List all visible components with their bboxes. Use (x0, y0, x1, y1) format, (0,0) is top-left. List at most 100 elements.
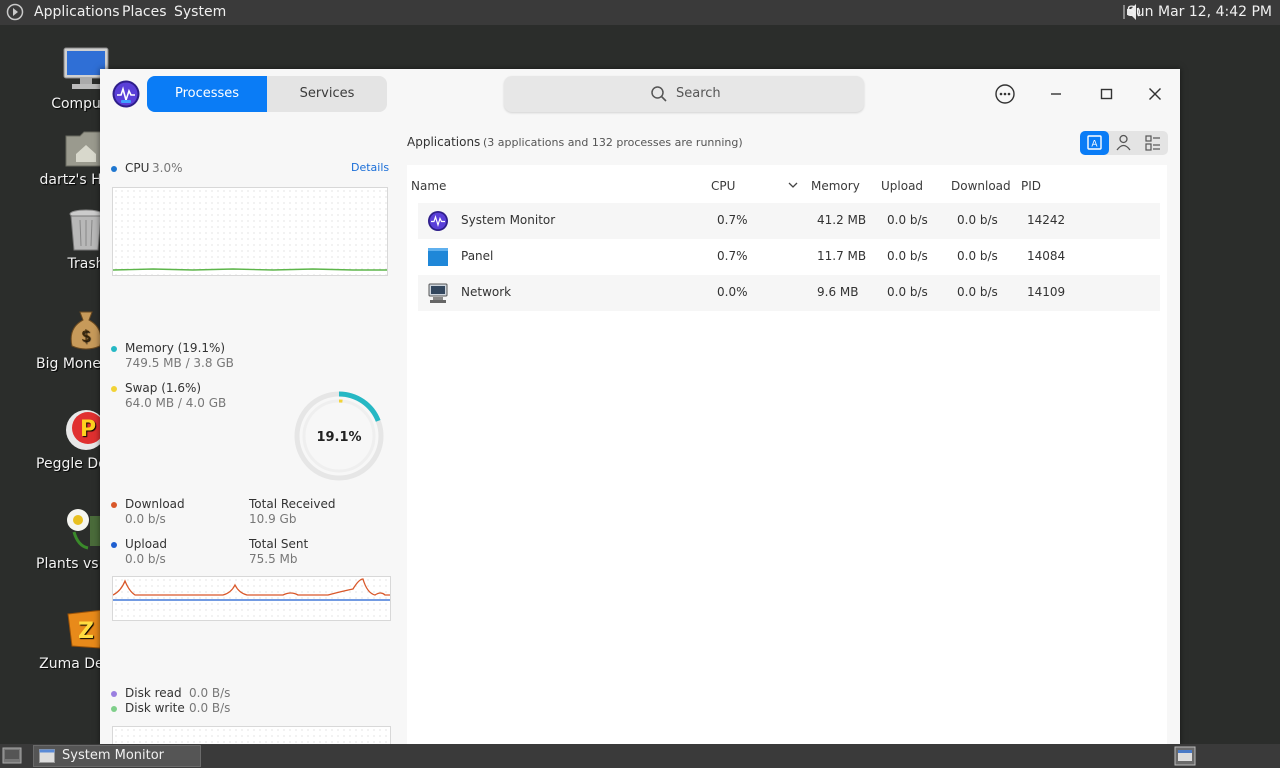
memory-label: Memory (19.1%) (125, 341, 226, 355)
column-header-pid[interactable]: PID (1021, 179, 1041, 193)
process-download: 0.0 b/s (957, 213, 998, 227)
process-cpu: 0.7% (717, 249, 748, 263)
swap-label: Swap (1.6%) (125, 381, 202, 395)
clock[interactable]: Sun Mar 12, 4:42 PM (1127, 4, 1272, 20)
swap-dot (111, 386, 117, 392)
process-name: System Monitor (461, 213, 556, 227)
process-pid: 14084 (1027, 249, 1066, 263)
more-options-icon[interactable] (994, 83, 1016, 105)
applications-header: Applications (407, 135, 481, 149)
process-tree-icon (1145, 135, 1160, 151)
minimize-icon[interactable] (1045, 83, 1067, 105)
tab-processes[interactable]: Processes (147, 76, 267, 112)
user-processes-view-button[interactable] (1109, 131, 1138, 155)
network-graph (112, 576, 391, 621)
total-sent-value: 75.5 Mb (249, 552, 298, 566)
disk-graph (112, 726, 391, 744)
process-cpu: 0.7% (717, 213, 748, 227)
column-header-memory[interactable]: Memory (811, 179, 860, 193)
process-download: 0.0 b/s (957, 249, 998, 263)
total-received-value: 10.9 Gb (249, 512, 297, 526)
download-dot (111, 502, 117, 508)
search-placeholder: Search (676, 86, 721, 101)
cpu-dot (111, 166, 117, 172)
taskbar-item-system-monitor[interactable]: System Monitor (33, 745, 201, 767)
disk-read-value: 0.0 B/s (189, 686, 231, 700)
maximize-icon[interactable] (1095, 83, 1117, 105)
table-row[interactable]: System Monitor 0.7% 41.2 MB 0.0 b/s 0.0 … (418, 203, 1160, 239)
disk-read-dot (111, 691, 117, 697)
app-view-icon: A (1087, 135, 1102, 150)
disk-write-dot (111, 706, 117, 712)
memory-dot (111, 346, 117, 352)
view-tabs: Processes Services (147, 76, 387, 112)
disk-write-label: Disk write (125, 701, 185, 715)
table-row[interactable]: Panel 0.7% 11.7 MB 0.0 b/s 0.0 b/s 14084 (418, 239, 1160, 275)
download-line (112, 578, 390, 596)
tab-services[interactable]: Services (267, 76, 387, 112)
upload-value: 0.0 b/s (125, 552, 166, 566)
cpu-label: CPU (125, 161, 150, 175)
show-desktop-icon[interactable] (2, 747, 22, 764)
menu-applications[interactable]: Applications (34, 4, 120, 20)
system-monitor-icon (112, 80, 140, 108)
sort-chevron-down-icon[interactable] (787, 179, 799, 191)
svg-text:Z: Z (78, 619, 94, 644)
window-icon (39, 749, 55, 763)
total-received-label: Total Received (249, 497, 336, 511)
disk-write-value: 0.0 B/s (189, 701, 231, 715)
process-cpu: 0.0% (717, 285, 748, 299)
top-panel: Applications Places System Sun Mar 12, 4… (0, 0, 1280, 25)
applications-view-button[interactable]: A (1080, 131, 1109, 155)
memory-percent-text: 19.1% (316, 430, 361, 445)
titlebar[interactable]: Processes Services Search (100, 69, 1180, 121)
process-upload: 0.0 b/s (887, 285, 928, 299)
process-pid: 14242 (1027, 213, 1066, 227)
process-name: Network (461, 285, 512, 299)
disk-read-label: Disk read (125, 686, 182, 700)
svg-text:A: A (1091, 140, 1098, 150)
upload-dot (111, 542, 117, 548)
download-label: Download (125, 497, 185, 511)
column-header-name[interactable]: Name (411, 179, 446, 193)
process-upload: 0.0 b/s (887, 213, 928, 227)
search-icon (651, 86, 667, 102)
cpu-value: 3.0% (152, 161, 183, 175)
network-icon (428, 283, 448, 303)
system-monitor-icon (428, 211, 448, 231)
resource-summary-pane: CPU 3.0% Details Memory (19.1%) 749.5 MB… (100, 121, 406, 744)
memory-value: 749.5 MB / 3.8 GB (125, 356, 234, 370)
process-name: Panel (461, 249, 494, 263)
workspace-switcher-icon[interactable] (1174, 746, 1196, 766)
details-link[interactable]: Details (351, 161, 389, 174)
process-download: 0.0 b/s (957, 285, 998, 299)
process-count: (3 applications and 132 processes are ru… (483, 136, 743, 149)
close-icon[interactable] (1144, 83, 1166, 105)
process-memory: 9.6 MB (817, 285, 859, 299)
table-row[interactable]: Network 0.0% 9.6 MB 0.0 b/s 0.0 b/s 1410… (418, 275, 1160, 311)
cpu-usage-line (112, 268, 387, 271)
download-value: 0.0 b/s (125, 512, 166, 526)
process-memory: 11.7 MB (817, 249, 867, 263)
view-toggle: A (1080, 131, 1168, 155)
column-header-download[interactable]: Download (951, 179, 1011, 193)
process-table: Name CPU Memory Upload Download PID Syst… (407, 165, 1167, 744)
system-monitor-window: Processes Services Search CPU 3.0% Detai… (100, 69, 1180, 744)
svg-text:P: P (80, 417, 96, 442)
memory-ring-chart: 19.1% (294, 391, 384, 481)
column-header-upload[interactable]: Upload (881, 179, 923, 193)
cpu-graph (112, 187, 388, 276)
menu-places[interactable]: Places (122, 4, 167, 20)
panel-icon (428, 248, 448, 266)
applications-logo-icon[interactable] (6, 3, 24, 21)
user-icon (1116, 134, 1131, 151)
taskbar: System Monitor (0, 744, 1280, 768)
column-header-cpu[interactable]: CPU (711, 179, 735, 193)
all-processes-view-button[interactable] (1138, 131, 1167, 155)
taskbar-item-label: System Monitor (62, 748, 165, 763)
process-upload: 0.0 b/s (887, 249, 928, 263)
menu-system[interactable]: System (174, 4, 226, 20)
search-input[interactable]: Search (504, 76, 864, 112)
process-memory: 41.2 MB (817, 213, 867, 227)
total-sent-label: Total Sent (249, 537, 309, 551)
